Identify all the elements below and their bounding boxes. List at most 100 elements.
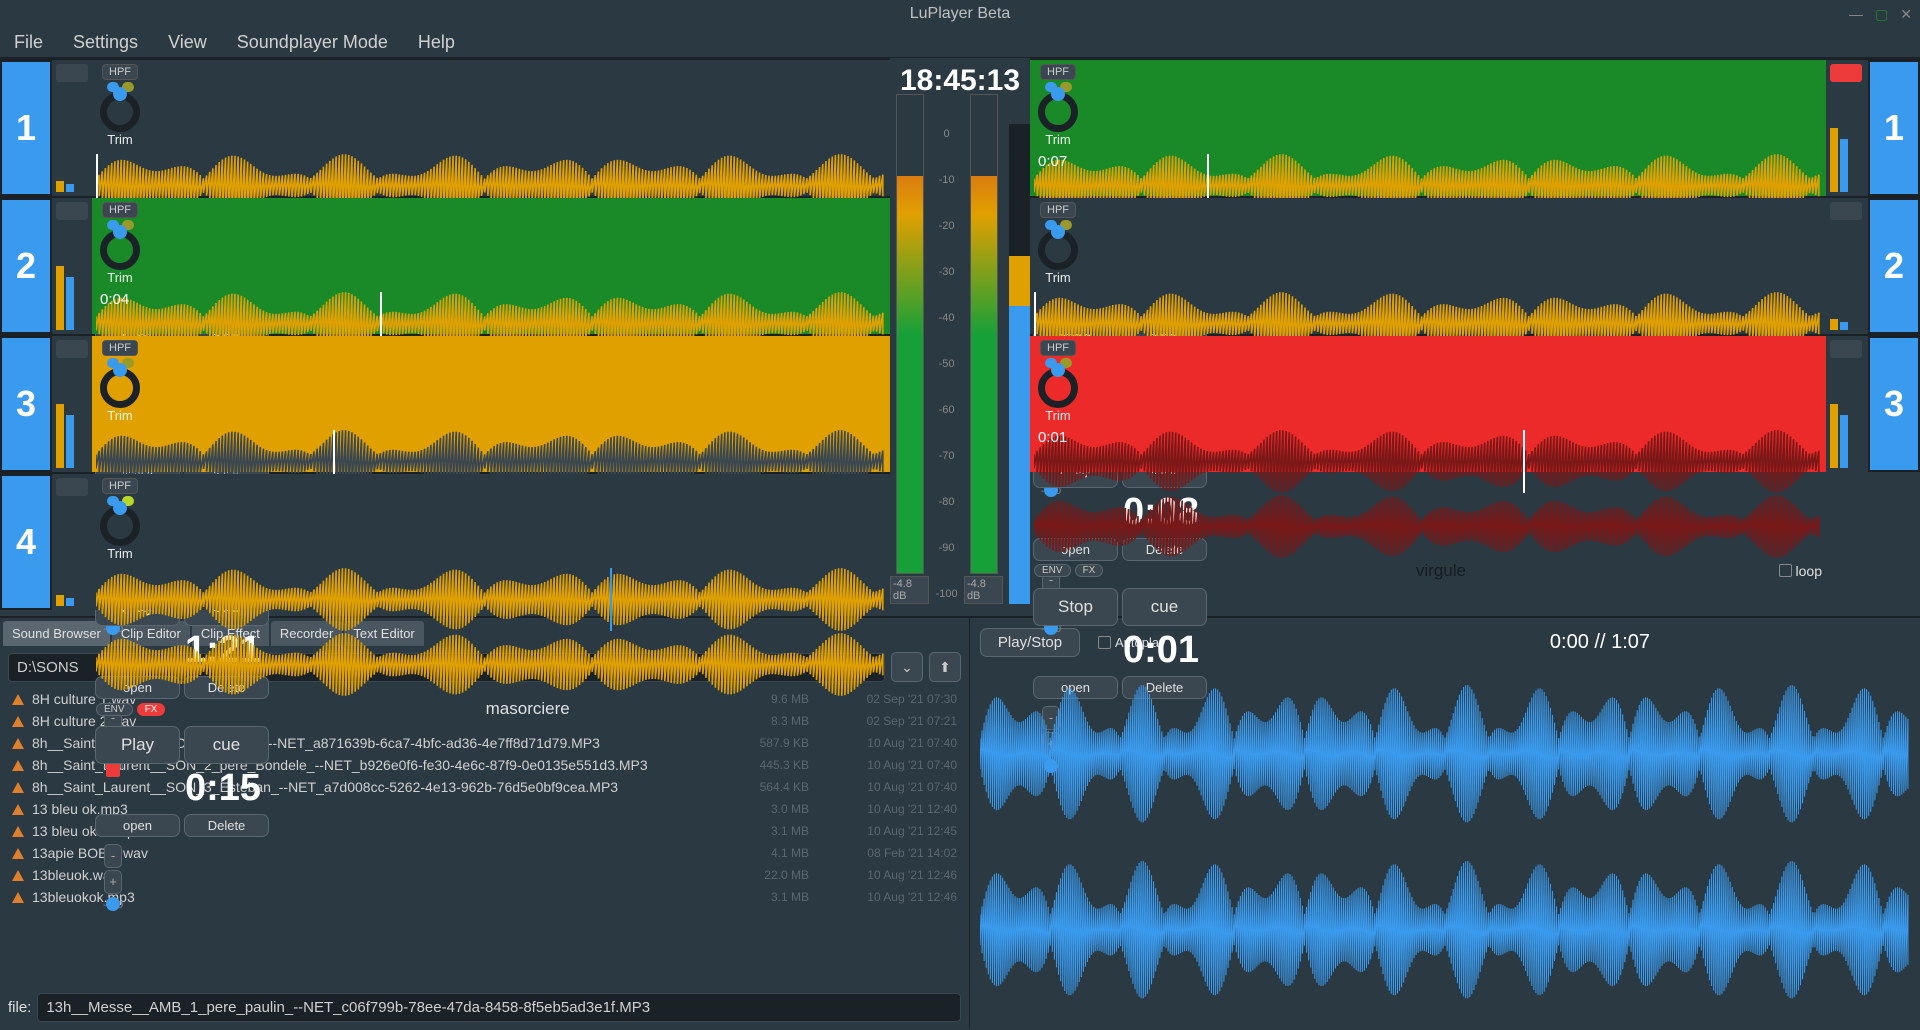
loop-checkbox[interactable]	[1779, 564, 1792, 577]
player-indicators	[52, 60, 92, 196]
deck-column-right: HPF Trim 0:07 ENV FX on a plus le droit …	[1030, 58, 1920, 616]
file-size: 22.0 MB	[719, 868, 809, 882]
player-number-slot[interactable]: 1	[1868, 60, 1920, 196]
player-indicators	[1826, 60, 1866, 196]
status-led	[1830, 202, 1862, 220]
player-number-slot[interactable]: 1	[0, 60, 52, 196]
trim-knob[interactable]	[1038, 230, 1078, 270]
hpf-button[interactable]: HPF	[1040, 340, 1076, 356]
trim-label: Trim	[107, 546, 133, 561]
dropdown-icon[interactable]: ⌄	[891, 652, 923, 682]
hpf-button[interactable]: HPF	[102, 202, 138, 218]
loop-label: loop	[1796, 563, 1822, 579]
file-icon	[12, 694, 24, 705]
trim-knob[interactable]	[100, 92, 140, 132]
waveform-area[interactable]: ENV FX masorciere	[92, 565, 890, 723]
current-file-input[interactable]	[37, 993, 961, 1022]
file-date: 10 Aug '21 12:40	[817, 802, 957, 816]
minimize-icon[interactable]: —	[1849, 6, 1863, 23]
hpf-button[interactable]: HPF	[102, 64, 138, 80]
player-indicators	[1826, 198, 1866, 334]
mini-vu	[1830, 362, 1862, 468]
trim-knob[interactable]	[100, 230, 140, 270]
file-icon	[12, 826, 24, 837]
delete-button[interactable]: Delete	[184, 814, 269, 837]
hpf-button[interactable]: HPF	[1040, 202, 1076, 218]
env-badge[interactable]: ENV	[1034, 564, 1071, 577]
db-readout-right: -4.8 dB	[964, 576, 1003, 604]
file-size: 4.1 MB	[719, 846, 809, 860]
file-row[interactable]: 13bleuokok.mp33.1 MB10 Aug '21 12:46	[8, 886, 961, 908]
close-icon[interactable]: ✕	[1900, 6, 1912, 23]
trim-column: HPF Trim	[1030, 198, 1086, 289]
menu-file[interactable]: File	[14, 32, 43, 53]
file-row[interactable]: 13bleuok.wav22.0 MB10 Aug '21 12:46	[8, 864, 961, 886]
preview-waveform-right[interactable]	[980, 857, 1910, 1003]
file-icon	[12, 738, 24, 749]
elapsed-time: 0:04	[100, 291, 129, 308]
status-led	[56, 202, 88, 220]
file-size: 564.4 KB	[719, 780, 809, 794]
hpf-button[interactable]: HPF	[1040, 64, 1076, 80]
menu-soundplayer-mode[interactable]: Soundplayer Mode	[237, 32, 388, 53]
trim-knob[interactable]	[1038, 368, 1078, 408]
file-size: 445.3 KB	[719, 758, 809, 772]
status-led	[56, 64, 88, 82]
menu-settings[interactable]: Settings	[73, 32, 138, 53]
play-button[interactable]: Stop	[1033, 588, 1118, 626]
preview-waveform-left[interactable]	[980, 681, 1910, 827]
player-number-slot[interactable]: 2	[0, 198, 52, 334]
trim-knob[interactable]	[100, 368, 140, 408]
trim-knob[interactable]	[1038, 92, 1078, 132]
menu-help[interactable]: Help	[418, 32, 455, 53]
playhead[interactable]	[1523, 430, 1525, 493]
fader-thumb[interactable]	[106, 897, 120, 911]
file-date: 10 Aug '21 07:40	[817, 736, 957, 750]
player-number-slot[interactable]: 4	[0, 474, 52, 610]
clock-display: 18:45:13	[900, 64, 1020, 98]
cue-button[interactable]: cue	[184, 726, 269, 764]
file-footer: file:	[0, 987, 969, 1028]
player-body: HPF Trim 0:07 ENV FX on a plus le droit …	[1030, 60, 1826, 196]
maximize-icon[interactable]: ▢	[1875, 6, 1888, 23]
meters-box: -4.8 dB 0-10-20-30-40-50-60-70-80-90-100…	[890, 104, 1030, 604]
file-row[interactable]: 13apie BOB 1.wav4.1 MB08 Feb '21 14:02	[8, 842, 961, 864]
menu-view[interactable]: View	[168, 32, 207, 53]
player-row: 4 HPF Trim ENV FX masorciere Playcue 0:1…	[0, 472, 890, 610]
player-number-slot[interactable]: 3	[1868, 336, 1920, 472]
player-row: HPF Trim 0:01 ENV FX virgule loop Stopcu…	[1030, 334, 1920, 472]
file-icon	[12, 716, 24, 727]
env-badge[interactable]: ENV	[96, 703, 133, 716]
fx-badge[interactable]: FX	[1075, 564, 1104, 577]
file-icon	[12, 848, 24, 859]
file-date: 08 Feb '21 14:02	[817, 846, 957, 860]
trim-knob[interactable]	[100, 506, 140, 546]
hpf-button[interactable]: HPF	[102, 340, 138, 356]
file-icon	[12, 760, 24, 771]
player-body: HPF Trim ENV FX 8H culture 2 Playcue 0:3…	[92, 60, 890, 196]
player-number-slot[interactable]: 3	[0, 336, 52, 472]
trim-label: Trim	[1045, 270, 1071, 285]
up-folder-icon[interactable]: ⬆	[929, 652, 961, 682]
meter-scale: 0-10-20-30-40-50-60-70-80-90-100	[935, 124, 958, 604]
player-number-slot[interactable]: 2	[1868, 198, 1920, 334]
elapsed-time: 0:01	[1038, 429, 1067, 446]
center-meters: 18:45:13 -4.8 dB 0-10-20-30-40-50-60-70-…	[890, 58, 1030, 616]
file-date: 10 Aug '21 07:40	[817, 780, 957, 794]
gain-minus[interactable]: -	[104, 844, 122, 868]
player-body: HPF Trim 0:04 ENV FX 13H Ecole BOB 2 Sto…	[92, 198, 890, 334]
control-column: Playcue 0:15 openDelete	[92, 723, 272, 840]
play-button[interactable]: Play	[95, 726, 180, 764]
player-body: HPF Trim ENV FX dublin 2 Playcue 1:21 op…	[92, 336, 890, 472]
fx-badge[interactable]: FX	[137, 703, 166, 716]
open-button[interactable]: open	[95, 814, 180, 837]
cue-button[interactable]: cue	[1122, 588, 1207, 626]
mini-vu	[1830, 224, 1862, 330]
playhead[interactable]	[610, 568, 612, 631]
gain-plus[interactable]: +	[104, 870, 122, 894]
badges-row: ENV FX virgule loop	[1034, 559, 1822, 583]
remaining-time: 0:15	[95, 768, 269, 810]
file-size: 3.0 MB	[719, 802, 809, 816]
waveform-area[interactable]: 0:01 ENV FX virgule loop	[1030, 427, 1826, 585]
hpf-button[interactable]: HPF	[102, 478, 138, 494]
